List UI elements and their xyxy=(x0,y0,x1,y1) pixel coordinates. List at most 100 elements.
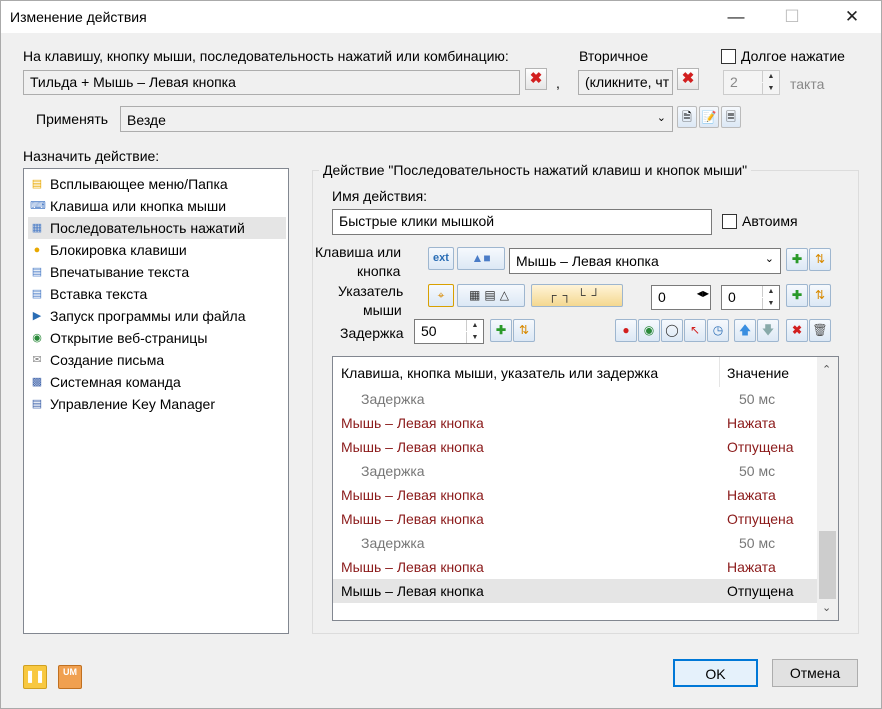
pointer-x-stepper[interactable]: 0 ◀▶ xyxy=(651,285,711,310)
menu-icon: ▤ xyxy=(31,178,43,190)
close-icon[interactable]: ✕ xyxy=(829,1,875,33)
action-name-input[interactable]: Быстрые клики мышкой xyxy=(332,209,712,235)
replace-key-button[interactable]: ⇅ xyxy=(809,248,831,271)
autoname-checkbox[interactable] xyxy=(722,214,737,229)
add-delay-button[interactable]: ✚ xyxy=(490,319,512,342)
list-item-paste-text[interactable]: ▤ Вставка текста xyxy=(28,283,286,305)
pointer-y-value: 0 xyxy=(728,289,736,305)
chevron-down-icon: ⌄ xyxy=(764,253,774,265)
key-select-value: Мышь – Левая кнопка xyxy=(516,253,659,269)
table-row[interactable]: Задержка 50 мс xyxy=(341,387,815,411)
clear-all-button[interactable]: 🗑 xyxy=(809,319,831,342)
edit-scope-button[interactable]: 📝 xyxy=(699,106,719,128)
system-icon: ▩ xyxy=(31,376,43,388)
list-item-run-program[interactable]: ▶ Запуск программы или файла xyxy=(28,305,286,327)
minimize-icon[interactable]: — xyxy=(713,1,759,33)
plus-icon: ✚ xyxy=(791,288,803,302)
copy-scope-button[interactable]: 🗏 xyxy=(721,106,741,128)
table-row[interactable]: Мышь – Левая кнопка Нажата xyxy=(341,555,815,579)
table-row[interactable]: Мышь – Левая кнопка Отпущена xyxy=(333,579,817,603)
spin-down-icon[interactable]: ▼ xyxy=(466,332,483,343)
ext-button[interactable]: ext xyxy=(428,247,454,270)
row-value: 50 мс xyxy=(739,463,776,479)
record-mouse-button[interactable]: ◯ xyxy=(661,319,683,342)
table-row[interactable]: Задержка 50 мс xyxy=(341,531,815,555)
column-header-item[interactable]: Клавиша, кнопка мыши, указатель или заде… xyxy=(341,365,658,381)
apply-select[interactable]: Везде ⌄ xyxy=(120,106,673,132)
sequence-table[interactable]: Клавиша, кнопка мыши, указатель или заде… xyxy=(332,356,839,621)
trash-icon: 🗑 xyxy=(812,323,828,337)
scrollbar-thumb[interactable] xyxy=(819,531,836,599)
maximize-icon: ☐ xyxy=(784,7,800,26)
row-item: Задержка xyxy=(361,463,425,479)
add-pointer-button[interactable]: ✚ xyxy=(786,284,808,307)
pointer-y-stepper[interactable]: 0 ▲ ▼ xyxy=(721,285,780,310)
list-item-system-command[interactable]: ▩ Системная команда xyxy=(28,371,286,393)
move-up-button[interactable]: 🡅 xyxy=(734,319,756,342)
key-label-line1: Клавиша или xyxy=(315,244,402,260)
key-select[interactable]: Мышь – Левая кнопка ⌄ xyxy=(509,248,781,274)
table-row[interactable]: Мышь – Левая кнопка Нажата xyxy=(341,483,815,507)
table-row[interactable]: Мышь – Левая кнопка Нажата xyxy=(341,411,815,435)
add-key-button[interactable]: ✚ xyxy=(786,248,808,271)
list-item-key-manager[interactable]: ▤ Управление Key Manager xyxy=(28,393,286,415)
new-scope-button[interactable]: 🗎 xyxy=(677,106,697,128)
record-delay-button[interactable]: ◷ xyxy=(707,319,729,342)
table-row[interactable]: Мышь – Левая кнопка Отпущена xyxy=(341,507,815,531)
long-press-count-stepper[interactable]: 2 ▲ ▼ xyxy=(723,70,780,95)
cancel-button[interactable]: Отмена xyxy=(772,659,858,687)
new-document-icon: 🗎 xyxy=(682,110,692,124)
delay-label: Задержка xyxy=(340,325,404,341)
crosshair-icon: ⌖ xyxy=(437,288,445,302)
layout-button[interactable]: ❚❚ xyxy=(23,665,47,689)
replace-delay-button[interactable]: ⇅ xyxy=(513,319,535,342)
delay-stepper[interactable]: 50 ▲ ▼ xyxy=(414,319,484,344)
table-row[interactable]: Задержка 50 мс xyxy=(341,459,815,483)
list-item-open-webpage[interactable]: ◉ Открытие веб-страницы xyxy=(28,327,286,349)
secondary-field[interactable]: (кликните, чт xyxy=(578,70,673,95)
vertical-scrollbar[interactable]: ⌃ ⌄ xyxy=(817,357,838,620)
globe-icon: ◉ xyxy=(643,323,655,337)
column-header-value[interactable]: Значение xyxy=(727,365,789,381)
apply-label: Применять xyxy=(36,111,109,127)
clock-icon: ◷ xyxy=(712,323,724,337)
table-row[interactable]: Мышь – Левая кнопка Отпущена xyxy=(341,435,815,459)
replace-pointer-button[interactable]: ⇅ xyxy=(809,284,831,307)
spin-up-icon[interactable]: ▲ xyxy=(466,320,483,331)
record-pointer-button[interactable]: ↖ xyxy=(684,319,706,342)
pick-pointer-button[interactable]: ⌖ xyxy=(428,284,454,307)
list-item-sequence[interactable]: ▦ Последовательность нажатий xyxy=(28,217,286,239)
clear-secondary-button[interactable]: ✖ xyxy=(677,68,699,90)
replace-icon: ⇅ xyxy=(814,252,826,266)
spin-down-icon[interactable]: ▼ xyxy=(762,83,779,94)
spin-lr-icon[interactable]: ◀▶ xyxy=(697,289,709,298)
assign-action-label: Назначить действие: xyxy=(23,148,160,164)
move-down-button[interactable]: 🡇 xyxy=(757,319,779,342)
row-item: Задержка xyxy=(361,391,425,407)
list-item-key-or-mouse[interactable]: ⌨ Клавиша или кнопка мыши xyxy=(28,195,286,217)
long-press-checkbox[interactable] xyxy=(721,49,736,64)
spin-up-icon[interactable]: ▲ xyxy=(762,286,779,297)
spin-up-icon[interactable]: ▲ xyxy=(762,71,779,82)
pointer-mode-buttons[interactable]: ▦▤△ xyxy=(457,284,525,307)
replace-icon: ⇅ xyxy=(518,323,530,337)
list-item-key-lock[interactable]: ● Блокировка клавиши xyxy=(28,239,286,261)
key-picker-button[interactable]: ▲■ xyxy=(457,247,505,270)
row-item: Мышь – Левая кнопка xyxy=(341,415,484,431)
delete-item-button[interactable]: ✖ xyxy=(786,319,808,342)
plus-icon: ✚ xyxy=(495,323,507,337)
trigger-field[interactable]: Тильда + Мышь – Левая кнопка xyxy=(23,70,520,95)
ok-button[interactable]: OK xyxy=(673,659,758,687)
list-item-type-text[interactable]: ▤ Впечатывание текста xyxy=(28,261,286,283)
spin-down-icon[interactable]: ▼ xyxy=(762,298,779,309)
clear-trigger-button[interactable]: ✖ xyxy=(525,68,547,90)
scroll-down-icon[interactable]: ⌄ xyxy=(822,601,831,614)
scroll-up-icon[interactable]: ⌃ xyxy=(822,363,831,376)
pointer-corner-buttons[interactable]: ┌┐└┘ xyxy=(531,284,623,307)
list-item-create-mail[interactable]: ✉ Создание письма xyxy=(28,349,286,371)
record-button[interactable]: ● xyxy=(615,319,637,342)
list-item-popup-menu[interactable]: ▤ Всплывающее меню/Папка xyxy=(28,173,286,195)
row-value: Отпущена xyxy=(727,439,794,455)
um-button[interactable]: UM xyxy=(58,665,82,689)
record-web-button[interactable]: ◉ xyxy=(638,319,660,342)
